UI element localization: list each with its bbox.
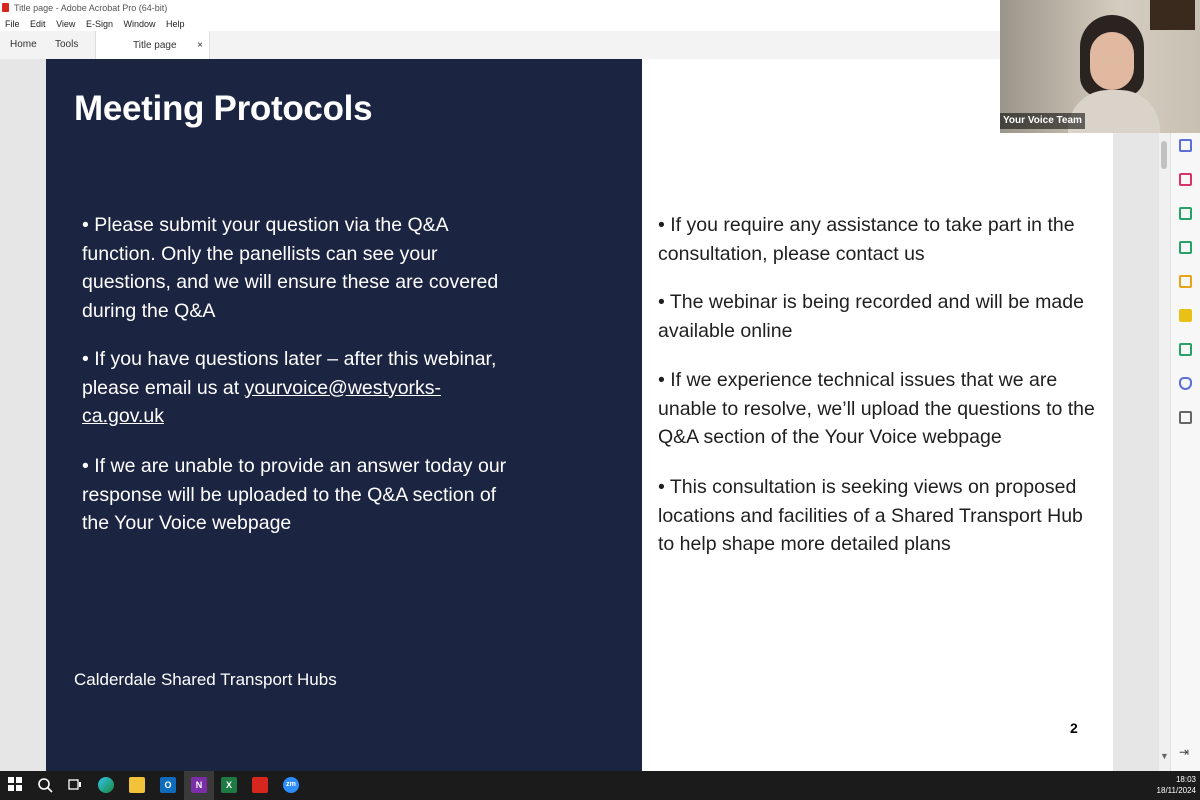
- tab-bar: Home Tools Title page ×: [0, 31, 1000, 60]
- start-icon[interactable]: [7, 777, 23, 793]
- protect-icon[interactable]: [1179, 377, 1192, 390]
- scrollbar-thumb[interactable]: [1161, 141, 1167, 169]
- excel-icon[interactable]: X: [221, 777, 237, 793]
- task-view-icon[interactable]: [67, 777, 83, 793]
- slide-footer: Calderdale Shared Transport Hubs: [74, 670, 337, 689]
- window-title: Title page - Adobe Acrobat Pro (64-bit): [14, 3, 168, 13]
- edge-icon[interactable]: [98, 777, 114, 793]
- menu-window[interactable]: Window: [123, 17, 155, 31]
- menu-file[interactable]: File: [5, 17, 20, 31]
- combine-files-icon[interactable]: [1179, 241, 1192, 254]
- person-face: [1090, 32, 1134, 90]
- left-bullet-2: • If you have questions later – after th…: [82, 345, 522, 431]
- left-bullet-1: • Please submit your question via the Q&…: [82, 214, 499, 322]
- vertical-scrollbar[interactable]: ▼: [1159, 133, 1169, 771]
- onenote-icon[interactable]: N: [191, 777, 207, 793]
- acrobat-icon: [2, 3, 9, 12]
- page-number: 2: [1070, 720, 1078, 736]
- edit-pdf-icon[interactable]: [1179, 207, 1192, 220]
- clock-time: 18:03: [1175, 775, 1196, 784]
- menu-view[interactable]: View: [56, 17, 75, 31]
- create-pdf-icon[interactable]: [1179, 275, 1192, 288]
- more-tools-icon[interactable]: [1179, 411, 1192, 424]
- system-clock[interactable]: 18:03 18/11/2024: [1157, 774, 1196, 796]
- menu-edit[interactable]: Edit: [30, 17, 46, 31]
- search-icon[interactable]: [37, 777, 53, 793]
- tab-document[interactable]: Title page ×: [95, 31, 210, 60]
- comment-icon[interactable]: [1179, 309, 1192, 322]
- participant-name: Your Voice Team: [1000, 113, 1085, 129]
- tab-home[interactable]: Home: [10, 31, 37, 59]
- taskbar: O N X zm 18:03 18/11/2024: [0, 771, 1200, 800]
- webcam-video: Your Voice Team: [1000, 0, 1200, 133]
- slide-right-panel: • If you require any assistance to take …: [642, 59, 1113, 771]
- tab-document-label: Title page: [133, 40, 177, 51]
- collapse-panel-icon[interactable]: ⇥: [1179, 745, 1189, 759]
- menu-help[interactable]: Help: [166, 17, 185, 31]
- tools-sidebar: ⇥: [1170, 133, 1200, 771]
- file-explorer-icon[interactable]: [129, 777, 145, 793]
- right-bullet-1: • If you require any assistance to take …: [658, 214, 1075, 265]
- outlook-icon[interactable]: O: [160, 777, 176, 793]
- slide-left-panel: Meeting Protocols • Please submit your q…: [46, 59, 642, 771]
- close-tab-icon[interactable]: ×: [197, 31, 203, 60]
- menu-bar: File Edit View E-Sign Window Help: [0, 17, 1000, 31]
- right-bullet-4: • This consultation is seeking views on …: [658, 476, 1083, 555]
- slide-title: Meeting Protocols: [74, 89, 373, 128]
- menu-esign[interactable]: E-Sign: [86, 17, 113, 31]
- acrobat-app-icon[interactable]: [252, 777, 268, 793]
- scroll-down-icon[interactable]: ▼: [1160, 751, 1169, 761]
- clock-date: 18/11/2024: [1156, 786, 1196, 795]
- right-bullet-2: • The webinar is being recorded and will…: [658, 291, 1084, 342]
- export-pdf-icon[interactable]: [1179, 139, 1192, 152]
- right-bullet-3: • If we experience technical issues that…: [658, 369, 1095, 448]
- left-bullet-3: • If we are unable to provide an answer …: [82, 455, 507, 534]
- organize-pages-icon[interactable]: [1179, 173, 1192, 186]
- tab-tools[interactable]: Tools: [55, 31, 78, 59]
- zoom-icon[interactable]: zm: [283, 777, 299, 793]
- picture-frame: [1150, 0, 1195, 30]
- scan-icon[interactable]: [1179, 343, 1192, 356]
